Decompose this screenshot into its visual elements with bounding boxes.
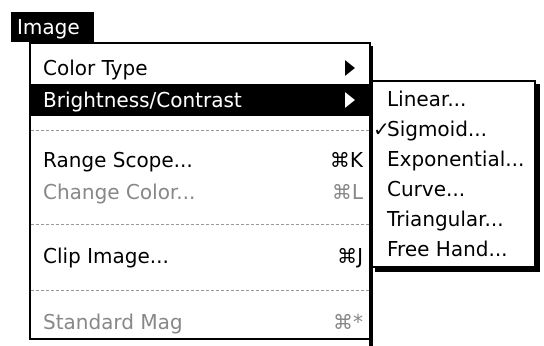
submenu-item-label: Triangular...: [387, 207, 504, 231]
submenu-item-label: Free Hand...: [387, 237, 508, 261]
submenu-shadow: [536, 84, 540, 270]
submenu-item-sigmoid[interactable]: ✓ Sigmoid...: [373, 114, 534, 144]
menu-item-shortcut: ⌘J: [337, 244, 363, 268]
menu-separator: [31, 130, 369, 131]
menu-item-label: Range Scope...: [43, 148, 193, 172]
menu-separator: [31, 290, 369, 291]
menu-item-label: Brightness/Contrast: [43, 88, 242, 112]
submenu-item-label: Linear...: [387, 87, 467, 111]
menu-item-standard-mag: Standard Mag ⌘*: [31, 306, 369, 338]
menu-title-image[interactable]: Image: [11, 12, 94, 42]
submenu-item-exponential[interactable]: Exponential...: [373, 144, 534, 174]
menu-item-range-scope[interactable]: Range Scope... ⌘K: [31, 144, 369, 176]
submenu-item-free-hand[interactable]: Free Hand...: [373, 234, 534, 264]
submenu-arrow-icon: [345, 92, 355, 108]
menu-item-change-color: Change Color... ⌘L: [31, 176, 369, 208]
menu-item-clip-image[interactable]: Clip Image... ⌘J: [31, 240, 369, 272]
submenu-item-label: Exponential...: [387, 147, 525, 171]
checkmark-icon: ✓: [373, 117, 390, 141]
menu-item-label: Standard Mag: [43, 310, 183, 334]
menu-item-shortcut: ⌘K: [329, 148, 363, 172]
submenu-item-label: Curve...: [387, 177, 466, 201]
submenu-item-linear[interactable]: Linear...: [373, 84, 534, 114]
menu-item-brightness-contrast[interactable]: Brightness/Contrast: [31, 84, 369, 116]
submenu-item-label: Sigmoid...: [387, 117, 487, 141]
brightness-contrast-submenu: Linear... ✓ Sigmoid... Exponential... Cu…: [371, 80, 536, 268]
menu-item-color-type[interactable]: Color Type: [31, 52, 369, 84]
submenu-item-curve[interactable]: Curve...: [373, 174, 534, 204]
menu-item-label: Change Color...: [43, 180, 196, 204]
menu-separator: [31, 224, 369, 225]
menu-item-label: Color Type: [43, 56, 148, 80]
menu-item-shortcut: ⌘*: [333, 310, 363, 334]
submenu-shadow: [375, 268, 540, 272]
submenu-arrow-icon: [345, 60, 355, 76]
image-menu: Color Type Brightness/Contrast Range Sco…: [29, 42, 371, 340]
submenu-item-triangular[interactable]: Triangular...: [373, 204, 534, 234]
menu-item-label: Clip Image...: [43, 244, 169, 268]
menu-item-shortcut: ⌘L: [331, 180, 363, 204]
